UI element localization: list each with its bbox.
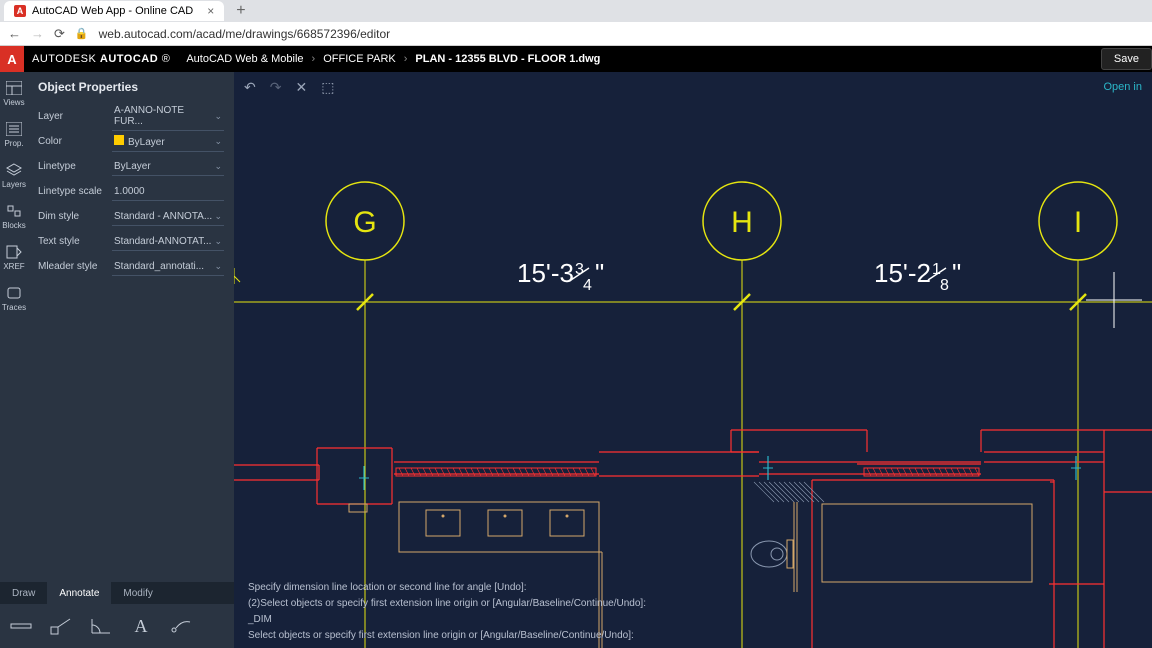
svg-text:15'-2: 15'-2	[874, 258, 931, 288]
prop-row: LinetypeByLayer⌄	[38, 154, 224, 179]
chevron-down-icon: ⌄	[214, 136, 222, 147]
layers-icon	[6, 163, 22, 177]
annotate-tools: A	[0, 604, 234, 648]
forward-icon[interactable]: →	[31, 26, 44, 41]
prop-label: Layer	[38, 111, 112, 122]
prop-label: Mleader style	[38, 261, 112, 272]
prop-row: Mleader styleStandard_annotati...⌄	[38, 254, 224, 279]
crumb-root[interactable]: AutoCAD Web & Mobile	[186, 53, 303, 65]
snap-icon[interactable]: ✕	[295, 79, 307, 96]
svg-text:4: 4	[583, 277, 592, 294]
prop-row: ColorByLayer⌄	[38, 129, 224, 154]
svg-text:H: H	[731, 206, 753, 239]
rail-views[interactable]: Views	[3, 80, 24, 107]
crumb-file[interactable]: PLAN - 12355 BLVD - FLOOR 1.dwg	[415, 53, 600, 65]
angle-dim-icon[interactable]	[90, 615, 112, 637]
canvas-toolbar: ↶ ↷ ✕ ⬚ Open in	[234, 72, 1152, 102]
favicon: A	[14, 5, 26, 17]
app-logo: A	[0, 46, 24, 72]
tab-title: AutoCAD Web App - Online CAD	[32, 5, 193, 17]
svg-text:": "	[952, 258, 961, 288]
svg-text:": "	[595, 258, 604, 288]
prop-label: Text style	[38, 236, 112, 247]
prop-value-dropdown[interactable]: Standard_annotati...⌄	[112, 258, 224, 276]
browser-tab[interactable]: A AutoCAD Web App - Online CAD ×	[4, 1, 224, 21]
prop-row: Linetype scale1.0000	[38, 179, 224, 204]
mode-tabs: Draw Annotate Modify	[0, 582, 234, 604]
prop-value-dropdown[interactable]: Standard - ANNOTA...⌄	[112, 208, 224, 226]
prop-row: Dim styleStandard - ANNOTA...⌄	[38, 204, 224, 229]
brand: AUTODESK AUTOCAD ®	[32, 53, 170, 65]
chevron-down-icon: ⌄	[214, 211, 222, 222]
prop-label: Color	[38, 136, 112, 147]
traces-icon	[6, 286, 22, 300]
svg-text:3: 3	[575, 261, 584, 278]
svg-text:G: G	[353, 206, 376, 239]
blocks-icon	[6, 204, 22, 218]
prop-value-dropdown[interactable]: ByLayer⌄	[112, 158, 224, 176]
rail-traces[interactable]: Traces	[2, 285, 26, 312]
prop-value-dropdown[interactable]: A-ANNO-NOTE FUR...⌄	[112, 102, 224, 131]
text-icon[interactable]: A	[130, 615, 152, 637]
chevron-down-icon: ⌄	[214, 261, 222, 272]
reload-icon[interactable]: ⟳	[54, 26, 65, 42]
crumb-project[interactable]: OFFICE PARK	[323, 53, 396, 65]
drawing-canvas[interactable]: ↶ ↷ ✕ ⬚ Open in GHI15'-334"15'-218" Spec…	[234, 72, 1152, 648]
tab-modify[interactable]: Modify	[111, 582, 164, 604]
prop-row: LayerA-ANNO-NOTE FUR...⌄	[38, 104, 224, 129]
command-history: Specify dimension line location or secon…	[234, 578, 1152, 648]
url-field[interactable]: web.autocad.com/acad/me/drawings/6685723…	[99, 27, 391, 41]
svg-text:8: 8	[940, 277, 949, 294]
left-rail: Views Prop. Layers Blocks XREF Traces	[0, 72, 28, 648]
color-swatch	[114, 135, 124, 145]
undo-icon[interactable]: ↶	[244, 79, 256, 96]
open-in-link[interactable]: Open in	[1103, 81, 1142, 93]
cad-drawing[interactable]: GHI15'-334"15'-218"	[234, 72, 1152, 648]
rail-xref[interactable]: XREF	[3, 244, 24, 271]
properties-panel: Object Properties LayerA-ANNO-NOTE FUR..…	[28, 72, 234, 648]
linear-dim-icon[interactable]	[10, 615, 32, 637]
close-tab-icon[interactable]: ×	[207, 4, 214, 18]
leader-icon[interactable]	[50, 615, 72, 637]
views-icon	[6, 81, 22, 95]
xref-icon	[6, 245, 22, 259]
svg-text:15'-3: 15'-3	[517, 258, 574, 288]
chevron-down-icon: ⌄	[214, 111, 222, 122]
lock-icon: 🔒	[75, 27, 89, 40]
rail-prop[interactable]: Prop.	[4, 121, 23, 148]
back-icon[interactable]: ←	[8, 26, 21, 41]
rail-layers[interactable]: Layers	[2, 162, 26, 189]
prop-icon	[6, 122, 22, 136]
svg-text:1: 1	[932, 261, 941, 278]
prop-value-dropdown[interactable]: ByLayer⌄	[112, 132, 224, 152]
svg-text:I: I	[1074, 206, 1082, 239]
prop-value-dropdown[interactable]: Standard-ANNOTAT...⌄	[112, 233, 224, 251]
tab-draw[interactable]: Draw	[0, 582, 47, 604]
chevron-down-icon: ⌄	[214, 161, 222, 172]
mleader-icon[interactable]	[170, 615, 192, 637]
panel-title: Object Properties	[38, 80, 224, 94]
chevron-down-icon: ⌄	[214, 236, 222, 247]
redo-icon[interactable]: ↷	[270, 79, 282, 96]
prop-value-dropdown[interactable]: 1.0000	[112, 183, 224, 201]
new-tab-button[interactable]: +	[236, 2, 245, 20]
breadcrumb: AutoCAD Web & Mobile › OFFICE PARK › PLA…	[186, 53, 600, 65]
tab-annotate[interactable]: Annotate	[47, 582, 111, 604]
rail-blocks[interactable]: Blocks	[2, 203, 26, 230]
prop-label: Dim style	[38, 211, 112, 222]
save-button[interactable]: Save	[1101, 48, 1152, 70]
select-icon[interactable]: ⬚	[321, 79, 334, 96]
prop-row: Text styleStandard-ANNOTAT...⌄	[38, 229, 224, 254]
prop-label: Linetype scale	[38, 186, 112, 197]
prop-label: Linetype	[38, 161, 112, 172]
